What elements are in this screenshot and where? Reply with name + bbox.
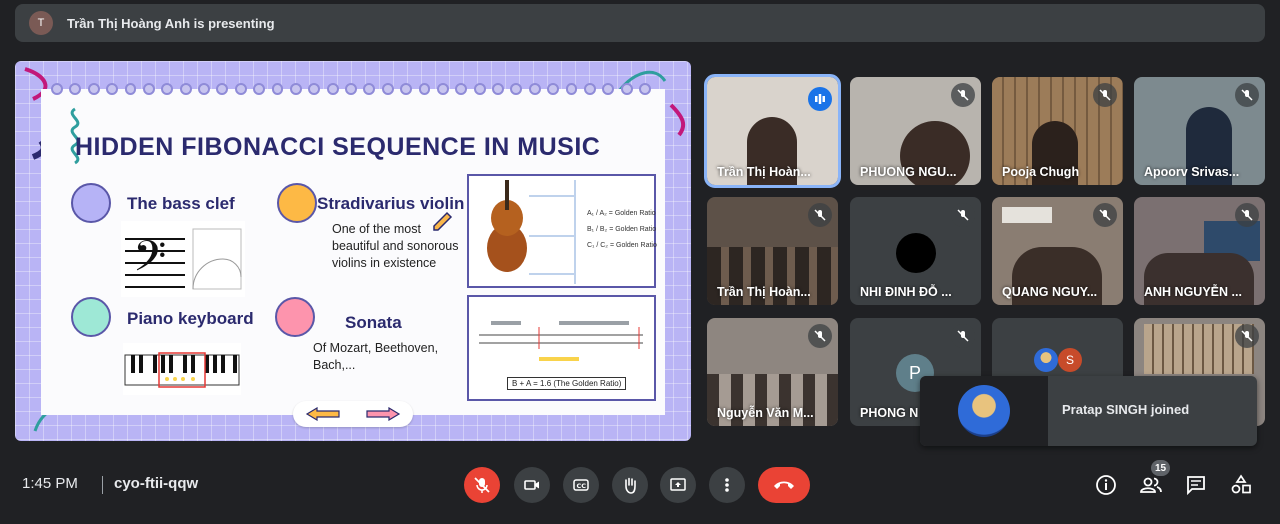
ratio-line-2: B₁ / B₂ = Golden Ratio bbox=[587, 226, 657, 233]
golden-formula: B + A = 1.6 (The Golden Ratio) bbox=[507, 377, 627, 390]
bass-clef-image: 𝄢 bbox=[121, 221, 245, 297]
notebook-rings bbox=[51, 83, 651, 99]
participant-name: PHONG N bbox=[860, 406, 919, 420]
participant-avatar: S bbox=[1058, 348, 1082, 372]
participant-name: PHUONG NGU... bbox=[860, 165, 957, 179]
participant-tile[interactable]: Pooja Chugh bbox=[992, 77, 1123, 185]
presenter-initial: T bbox=[37, 17, 45, 29]
mic-toggle-button[interactable] bbox=[464, 467, 500, 503]
svg-text:CC: CC bbox=[577, 482, 587, 490]
chat-icon bbox=[1187, 476, 1205, 496]
speaking-indicator-icon bbox=[808, 87, 832, 111]
participant-tile[interactable]: Trần Thị Hoàn... bbox=[704, 74, 841, 188]
captions-icon: CC bbox=[573, 479, 589, 491]
violin-ratio-diagram: A₁ / A₂ = Golden Ratio B₁ / B₂ = Golden … bbox=[467, 174, 657, 288]
camera-toggle-button[interactable] bbox=[514, 467, 550, 503]
bottom-control-bar: 1:45 PM cyo-ftii-qqw CC 15 bbox=[0, 460, 1280, 510]
presenting-banner: T Trần Thị Hoàng Anh is presenting bbox=[15, 4, 1265, 42]
participant-tile[interactable]: NHI ĐINH ĐỖ ... bbox=[850, 197, 981, 305]
join-notification: Pratap SINGH joined bbox=[920, 376, 1257, 446]
end-call-icon bbox=[774, 481, 794, 489]
divider bbox=[102, 476, 103, 494]
info-icon bbox=[1096, 475, 1116, 495]
participant-tile[interactable]: ANH NGUYỄN ... bbox=[1134, 197, 1265, 305]
presenter-avatar: T bbox=[29, 11, 53, 35]
violin-description: One of the most beautiful and sonorous v… bbox=[332, 222, 459, 270]
avatar-initial: S bbox=[1065, 353, 1074, 367]
more-vert-icon bbox=[725, 478, 729, 492]
mic-off-icon bbox=[951, 324, 975, 348]
sonata-description: Of Mozart, Beethoven, Bach,... bbox=[313, 341, 439, 372]
raise-hand-button[interactable] bbox=[612, 467, 648, 503]
participant-name: Apoorv Srivas... bbox=[1144, 165, 1240, 179]
sonata-diagram: B + A = 1.6 (The Golden Ratio) bbox=[467, 295, 656, 401]
captions-button[interactable]: CC bbox=[563, 467, 599, 503]
joined-user-avatar bbox=[958, 385, 1010, 437]
participant-name: Trần Thị Hoàn... bbox=[717, 165, 811, 179]
activities-button[interactable] bbox=[1227, 471, 1255, 499]
participant-tile[interactable]: PHUONG NGU... bbox=[850, 77, 981, 185]
bass-clef-heading: The bass clef bbox=[127, 194, 235, 213]
piano-circle bbox=[71, 297, 111, 337]
activities-icon bbox=[1231, 474, 1251, 494]
sonata-circle bbox=[275, 297, 315, 337]
slide-nav bbox=[293, 401, 413, 427]
join-message: Pratap SINGH joined bbox=[1062, 402, 1190, 417]
participant-avatar bbox=[1034, 348, 1058, 372]
meeting-details-button[interactable] bbox=[1092, 471, 1120, 499]
participant-tile[interactable]: Trần Thị Hoàn... bbox=[707, 197, 838, 305]
mic-off-icon bbox=[951, 83, 975, 107]
participant-tile[interactable]: Apoorv Srivas... bbox=[1134, 77, 1265, 185]
mic-off-icon bbox=[808, 203, 832, 227]
mic-off-icon bbox=[474, 477, 490, 493]
piano-image bbox=[123, 343, 241, 395]
mic-off-icon bbox=[1235, 83, 1259, 107]
present-button[interactable] bbox=[660, 467, 696, 503]
mic-off-icon bbox=[1093, 83, 1117, 107]
hand-icon bbox=[625, 477, 636, 494]
participant-name: QUANG NGUY... bbox=[1002, 285, 1098, 299]
participant-tile[interactable]: QUANG NGUY... bbox=[992, 197, 1123, 305]
mic-off-icon bbox=[1093, 203, 1117, 227]
leave-call-button[interactable] bbox=[758, 467, 810, 503]
shared-screen[interactable]: HIDDEN FIBONACCI SEQUENCE IN MUSIC The b… bbox=[15, 61, 691, 441]
slide-title: HIDDEN FIBONACCI SEQUENCE IN MUSIC bbox=[75, 133, 601, 161]
clock: 1:45 PM bbox=[22, 475, 78, 492]
bass-clef-circle bbox=[71, 183, 111, 223]
camera-icon bbox=[524, 480, 539, 490]
more-options-button[interactable] bbox=[709, 467, 745, 503]
participant-name: Nguyễn Văn M... bbox=[717, 406, 814, 420]
participant-name: ANH NGUYỄN ... bbox=[1144, 285, 1242, 299]
mic-off-icon bbox=[951, 203, 975, 227]
mic-off-icon bbox=[1235, 203, 1259, 227]
meet-window: T Trần Thị Hoàng Anh is presenting HIDDE… bbox=[0, 0, 1280, 524]
mic-off-icon bbox=[808, 324, 832, 348]
chat-button[interactable] bbox=[1182, 471, 1210, 499]
presenting-text: Trần Thị Hoàng Anh is presenting bbox=[67, 15, 275, 31]
sonata-heading: Sonata bbox=[345, 313, 402, 332]
participant-name: Pooja Chugh bbox=[1002, 165, 1080, 179]
joined-avatar-frame bbox=[920, 376, 1048, 446]
prev-slide-arrow-icon[interactable] bbox=[305, 407, 341, 421]
ratio-line-1: A₁ / A₂ = Golden Ratio bbox=[587, 210, 656, 217]
participant-tile[interactable]: Nguyễn Văn M... bbox=[707, 318, 838, 426]
mic-off-icon bbox=[1235, 324, 1259, 348]
present-icon bbox=[670, 478, 686, 491]
meeting-code: cyo-ftii-qqw bbox=[114, 475, 199, 492]
people-icon bbox=[1140, 477, 1162, 493]
ratio-line-3: C₁ / C₂ = Golden Ratio bbox=[587, 242, 657, 249]
violin-circle bbox=[277, 183, 317, 223]
piano-heading: Piano keyboard bbox=[127, 309, 254, 328]
svg-text:𝄢: 𝄢 bbox=[133, 232, 166, 292]
people-count-badge: 15 bbox=[1151, 460, 1170, 476]
participant-name: Trần Thị Hoàn... bbox=[717, 285, 811, 299]
participant-name: NHI ĐINH ĐỖ ... bbox=[860, 285, 952, 299]
next-slide-arrow-icon[interactable] bbox=[365, 407, 401, 421]
